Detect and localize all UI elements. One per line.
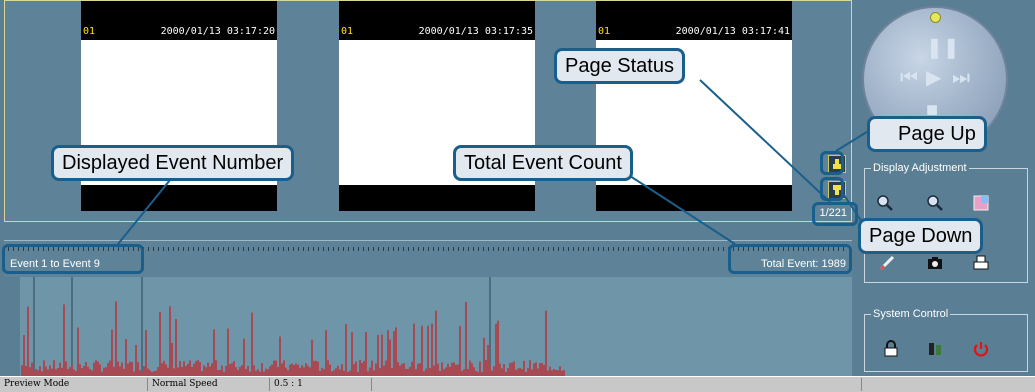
- total-event-count-callout: Total Event Count: [453, 145, 633, 181]
- page-status-callout: Page Status: [554, 48, 685, 84]
- page-up-callout: Page Up: [867, 116, 987, 152]
- callout-connectors: [117, 79, 871, 245]
- page-down-callout: Page Down: [858, 218, 984, 254]
- displayed-event-number-callout: Displayed Event Number: [51, 145, 295, 181]
